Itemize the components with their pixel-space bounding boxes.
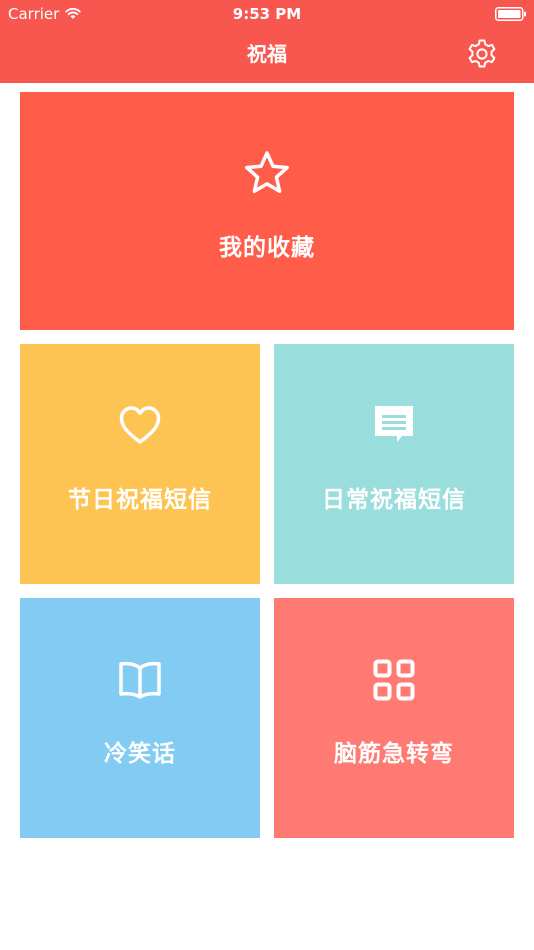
tile-label: 脑筋急转弯 <box>334 741 454 767</box>
tile-cold-jokes[interactable]: 冷笑话 <box>20 598 260 838</box>
page-title: 祝福 <box>247 42 287 66</box>
tile-label: 节日祝福短信 <box>68 487 212 513</box>
book-icon <box>119 661 161 699</box>
gear-icon <box>468 39 496 68</box>
top-bar: Carrier 9:53 PM 祝福 <box>0 0 534 83</box>
star-icon <box>245 151 289 194</box>
tile-daily-messages[interactable]: 日常祝福短信 <box>274 344 514 584</box>
status-bar: Carrier 9:53 PM <box>0 0 534 28</box>
settings-button[interactable] <box>463 36 501 72</box>
tile-label: 日常祝福短信 <box>322 487 466 513</box>
tile-favorites[interactable]: 我的收藏 <box>20 92 514 330</box>
battery-icon <box>495 7 526 21</box>
tile-holiday-messages[interactable]: 节日祝福短信 <box>20 344 260 584</box>
heart-icon <box>119 406 161 444</box>
app-screen: Carrier 9:53 PM 祝福 我的收藏 节日祝福短信 日常祝福短信 冷笑… <box>0 0 534 950</box>
status-time: 9:53 PM <box>232 5 302 23</box>
tile-brain-teasers[interactable]: 脑筋急转弯 <box>274 598 514 838</box>
grid-icon <box>373 659 415 701</box>
tile-label: 冷笑话 <box>104 741 176 767</box>
tile-label: 我的收藏 <box>219 235 315 261</box>
message-icon <box>375 406 413 442</box>
